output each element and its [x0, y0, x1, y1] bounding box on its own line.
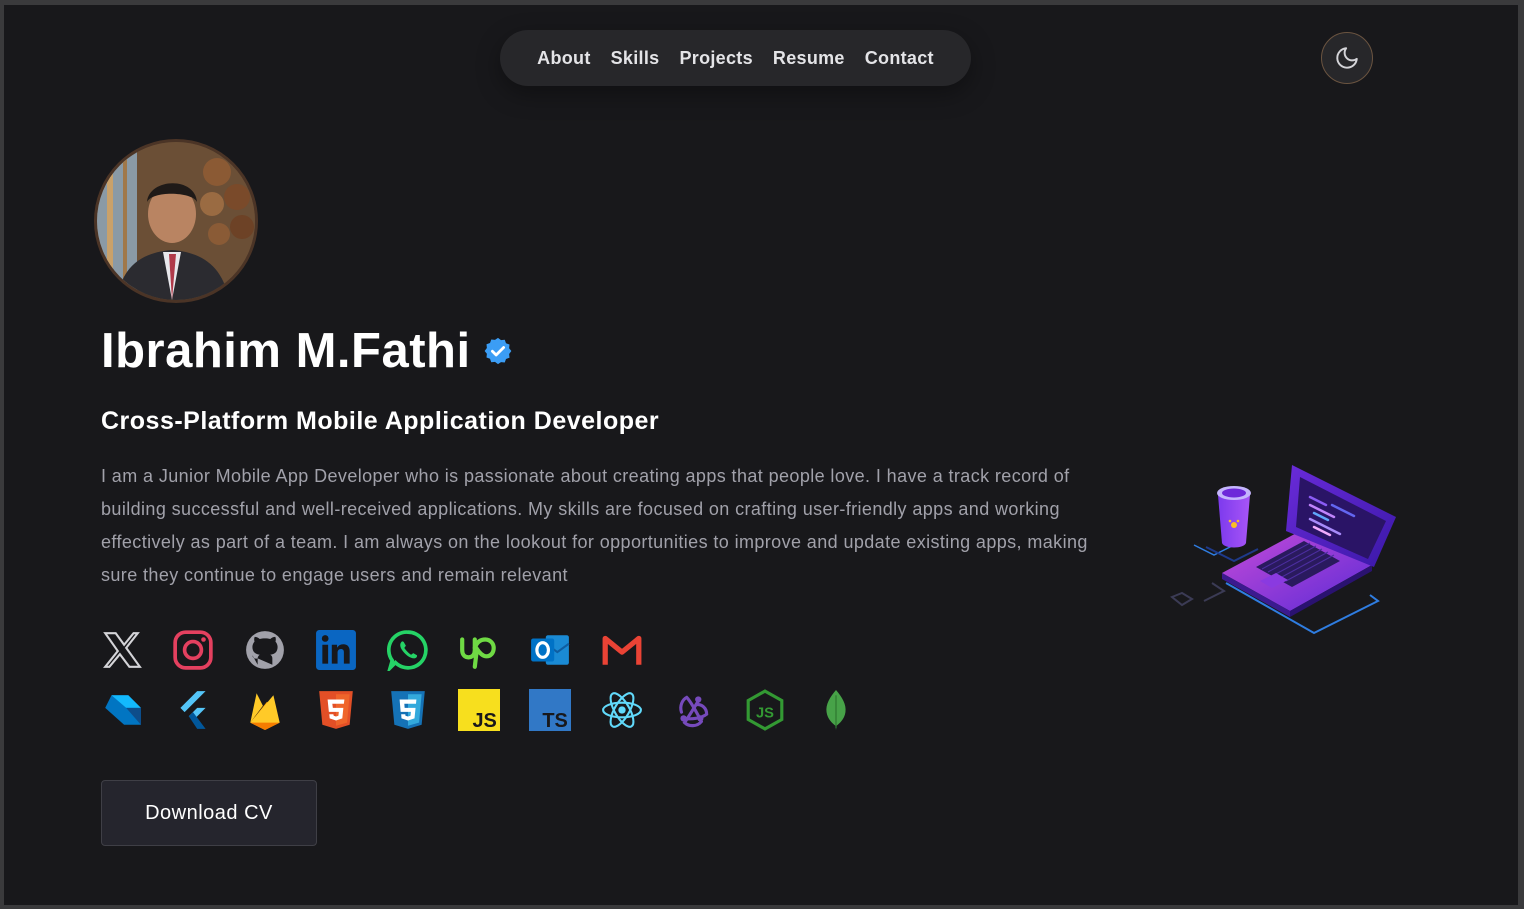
- nav-about[interactable]: About: [537, 48, 590, 69]
- skill-firebase: [244, 689, 315, 731]
- social-link-whatsapp[interactable]: [386, 629, 458, 671]
- social-link-github[interactable]: [244, 629, 315, 671]
- skill-javascript: JS: [457, 689, 529, 731]
- css3-icon: [390, 691, 425, 729]
- skill-react: [601, 689, 672, 731]
- social-link-upwork[interactable]: [458, 629, 529, 671]
- skill-dart: [101, 689, 172, 731]
- social-link-x[interactable]: [101, 629, 172, 671]
- svg-text:TS: TS: [543, 710, 568, 731]
- svg-text:JS: JS: [756, 705, 774, 721]
- moon-icon: [1336, 47, 1358, 69]
- github-icon: [245, 631, 284, 669]
- social-link-outlook[interactable]: [529, 629, 600, 671]
- nav-projects[interactable]: Projects: [679, 48, 752, 69]
- download-cv-button[interactable]: Download CV: [101, 780, 317, 846]
- skill-html5: [315, 689, 386, 731]
- nav-contact[interactable]: Contact: [865, 48, 934, 69]
- redux-icon: [679, 695, 709, 728]
- whatsapp-icon: [386, 630, 428, 671]
- skill-flutter: [172, 689, 243, 731]
- laptop-coffee-illustration: [1170, 465, 1396, 635]
- linkedin-icon: [316, 630, 357, 670]
- skill-nodejs: JS: [744, 689, 815, 731]
- page: About Skills Projects Resume Contact Ibr…: [4, 5, 1518, 905]
- avatar: [94, 139, 258, 303]
- mongodb-icon: [826, 690, 846, 730]
- verified-badge-icon: [484, 337, 511, 365]
- skill-icons: JS TS JS: [101, 689, 886, 731]
- skill-mongodb: [815, 689, 886, 731]
- outlook-icon: [531, 635, 570, 665]
- profile-bio: I am a Junior Mobile App Developer who i…: [101, 466, 1088, 585]
- nodejs-icon: JS: [746, 689, 783, 731]
- firebase-icon: [250, 693, 280, 730]
- social-link-instagram[interactable]: [172, 629, 243, 671]
- profile-name: Ibrahim M.Fathi: [101, 324, 471, 378]
- profile-title: Cross-Platform Mobile Application Develo…: [101, 407, 660, 435]
- nav-skills[interactable]: Skills: [611, 48, 660, 69]
- typescript-icon: TS: [529, 689, 572, 731]
- theme-toggle-button[interactable]: [1321, 32, 1373, 84]
- dart-icon: [105, 695, 141, 725]
- name-row: Ibrahim M.Fathi: [101, 323, 513, 379]
- skill-css3: [387, 689, 458, 731]
- top-nav: About Skills Projects Resume Contact: [500, 30, 971, 86]
- upwork-icon: [460, 637, 496, 669]
- svg-text:JS: JS: [472, 710, 496, 731]
- social-link-gmail[interactable]: [601, 629, 672, 671]
- flutter-icon: [180, 691, 206, 729]
- x-icon: [103, 632, 142, 668]
- react-icon: [601, 692, 642, 728]
- social-links: [101, 629, 672, 671]
- skill-redux: [672, 689, 743, 731]
- javascript-icon: JS: [457, 689, 500, 731]
- skill-typescript: TS: [529, 689, 600, 731]
- instagram-icon: [173, 630, 214, 670]
- html5-icon: [319, 691, 353, 729]
- gmail-icon: [602, 635, 642, 665]
- social-link-linkedin[interactable]: [315, 629, 386, 671]
- nav-resume[interactable]: Resume: [773, 48, 845, 69]
